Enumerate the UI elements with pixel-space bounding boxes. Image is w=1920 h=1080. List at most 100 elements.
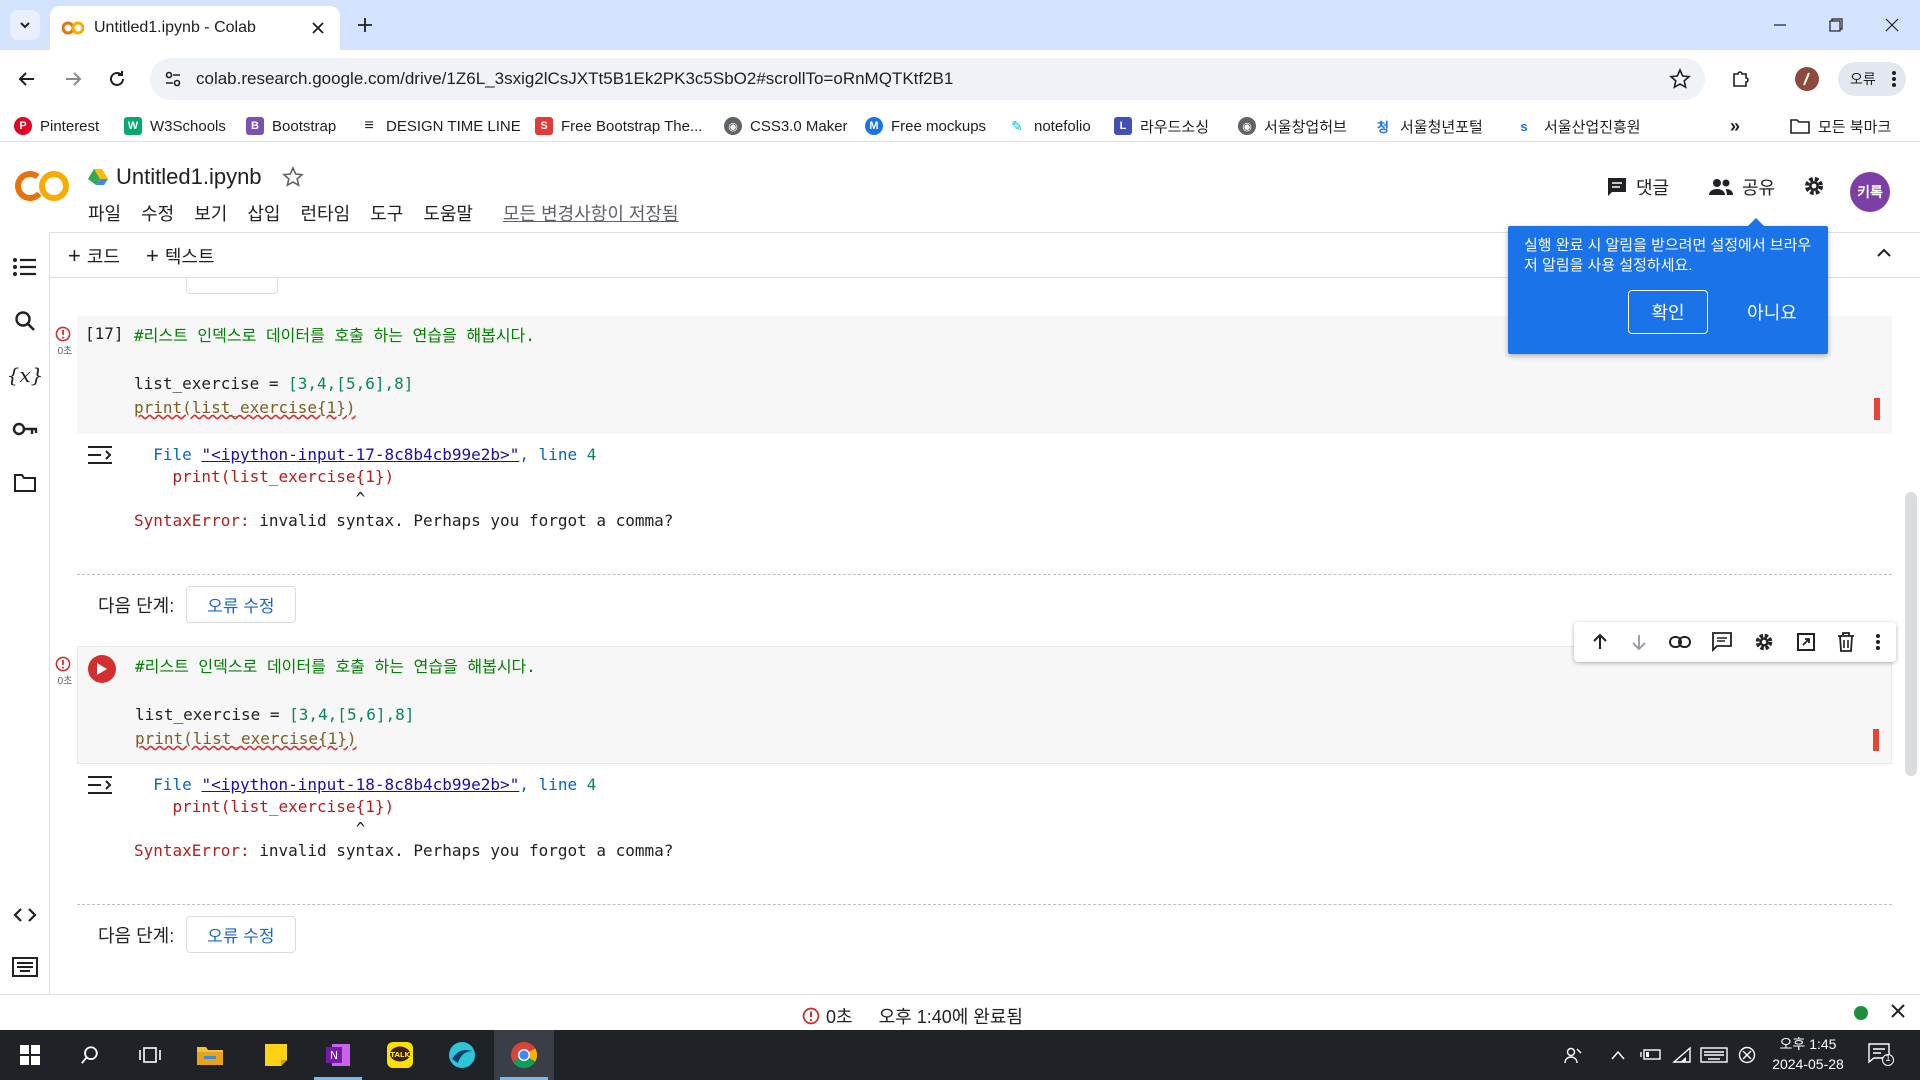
copy-link-button[interactable] <box>1668 636 1691 648</box>
forward-button[interactable] <box>56 62 90 96</box>
comments-button[interactable]: 댓글 <box>1606 174 1669 200</box>
popup-confirm-button[interactable]: 확인 <box>1628 290 1708 334</box>
colab-logo-icon[interactable] <box>14 168 72 204</box>
runtime-connected-indicator[interactable] <box>1854 1006 1868 1020</box>
notebook-title[interactable]: Untitled1.ipynb <box>88 164 304 190</box>
add-comment-button[interactable] <box>1711 632 1732 652</box>
taskbar-sticky-notes[interactable] <box>246 1030 306 1080</box>
menu-runtime[interactable]: 런타임 <box>301 200 351 226</box>
battery-icon[interactable] <box>1640 1046 1662 1062</box>
address-bar[interactable]: colab.research.google.com/drive/1Z6L_3sx… <box>150 58 1705 100</box>
menu-help[interactable]: 도움말 <box>423 200 473 226</box>
star-notebook-icon[interactable] <box>281 166 304 188</box>
bookmark-item[interactable]: 청 서울청년포털 <box>1374 114 1483 138</box>
cell-more-button[interactable] <box>1875 633 1880 651</box>
tray-chevron-up-icon[interactable] <box>1610 1050 1626 1060</box>
all-bookmarks-button[interactable]: 모든 북마크 <box>1790 114 1891 138</box>
taskbar-onenote[interactable]: N <box>308 1030 368 1080</box>
code-editor[interactable]: #리스트 인덱스로 데이터를 호출 하는 연습을 해봅시다. list_exer… <box>135 655 536 751</box>
add-code-cell-button[interactable]: + 코드 <box>68 243 120 269</box>
table-of-contents-button[interactable] <box>10 252 40 282</box>
bookmark-item[interactable]: s 서울산업진흥원 <box>1512 114 1640 138</box>
popup-decline-button[interactable]: 아니요 <box>1732 290 1812 334</box>
share-button[interactable]: 공유 <box>1708 174 1775 200</box>
bookmark-item[interactable]: B Bootstrap <box>246 114 336 138</box>
menu-insert[interactable]: 삽입 <box>247 200 280 226</box>
menu-file[interactable]: 파일 <box>88 200 121 226</box>
taskbar-chrome[interactable] <box>494 1030 554 1080</box>
window-close-button[interactable] <box>1864 0 1920 50</box>
user-avatar[interactable]: 키록 <box>1850 172 1890 212</box>
find-replace-button[interactable] <box>10 306 40 336</box>
move-cell-up-button[interactable] <box>1591 633 1609 651</box>
settings-button[interactable] <box>1802 174 1834 198</box>
files-button[interactable] <box>10 468 40 498</box>
tab-search-button[interactable] <box>10 10 40 40</box>
bookmark-item[interactable]: ◉ 서울창업허브 <box>1238 114 1347 138</box>
mirror-cell-button[interactable] <box>1796 632 1816 652</box>
more-vert-icon[interactable] <box>1892 70 1896 88</box>
extensions-button[interactable] <box>1724 62 1758 96</box>
notebook-title-text[interactable]: Untitled1.ipynb <box>116 164 262 190</box>
traceback-file-link[interactable]: "<ipython-input-18-8c8b4cb99e2b>" <box>201 775 519 794</box>
window-restore-button[interactable] <box>1808 0 1864 50</box>
window-minimize-button[interactable] <box>1752 0 1808 50</box>
ime-status-icon[interactable] <box>1738 1046 1756 1064</box>
bookmark-item[interactable]: ✎ notefolio <box>1008 114 1091 138</box>
bookmark-star-icon[interactable] <box>1669 68 1691 90</box>
bookmark-item[interactable]: M Free mockups <box>865 114 986 138</box>
execution-status[interactable]: 0초 오후 1:40에 완료됨 <box>802 1003 1023 1029</box>
profile-avatar-button[interactable] <box>1790 62 1824 96</box>
new-tab-button[interactable] <box>352 12 378 38</box>
traceback-file-link[interactable]: "<ipython-input-17-8c8b4cb99e2b>" <box>201 445 519 464</box>
bookmark-item[interactable]: P Pinterest <box>14 114 99 138</box>
notebook-scrollbar[interactable] <box>1905 492 1917 776</box>
fix-error-button[interactable]: 오류 수정 <box>186 916 296 953</box>
output-actions-button[interactable] <box>87 774 113 796</box>
start-button[interactable] <box>0 1030 60 1080</box>
menu-edit[interactable]: 수정 <box>141 200 174 226</box>
people-tray-icon[interactable] <box>1564 1046 1582 1064</box>
add-text-cell-button[interactable]: + 텍스트 <box>146 243 215 269</box>
taskbar-app-swirl[interactable] <box>432 1030 492 1080</box>
code-cell-selected[interactable]: #리스트 인덱스로 데이터를 호출 하는 연습을 해봅시다. list_exer… <box>77 646 1892 764</box>
tab-close-icon[interactable] <box>308 18 328 38</box>
code-snippets-button[interactable] <box>10 900 40 930</box>
cell-settings-button[interactable] <box>1753 631 1775 653</box>
saved-status-link[interactable]: 모든 변경사항이 저장됨 <box>503 200 679 226</box>
previous-fix-button[interactable] <box>186 278 278 294</box>
action-center-button[interactable]: 1 <box>1868 1042 1894 1066</box>
task-view-button[interactable] <box>120 1030 180 1080</box>
reload-button[interactable] <box>100 62 134 96</box>
taskbar-kakaotalk[interactable]: TALK <box>370 1030 430 1080</box>
variables-button[interactable]: {x} <box>7 360 44 390</box>
menu-view[interactable]: 보기 <box>194 200 227 226</box>
bookmark-item[interactable]: ≡ DESIGN TIME LINE <box>360 114 520 138</box>
bookmark-item[interactable]: L 라우드소싱 <box>1114 114 1209 138</box>
bookmark-item[interactable]: W W3Schools <box>124 114 226 138</box>
taskbar-clock[interactable]: 오후 1:45 2024-05-28 <box>1764 1034 1852 1074</box>
move-cell-down-button[interactable] <box>1630 633 1648 651</box>
site-info-icon[interactable] <box>164 70 182 88</box>
run-cell-button[interactable] <box>88 655 116 683</box>
keyboard-tray-icon[interactable] <box>1700 1046 1728 1064</box>
secrets-button[interactable] <box>10 414 40 444</box>
bookmark-item[interactable]: ◉ CSS3.0 Maker <box>724 114 848 138</box>
menu-tools[interactable]: 도구 <box>370 200 403 226</box>
output-actions-button[interactable] <box>87 444 113 466</box>
collapse-header-button[interactable] <box>1876 245 1892 261</box>
bookmark-item[interactable]: S Free Bootstrap The... <box>535 114 702 138</box>
profile-chip[interactable]: 오류 <box>1838 62 1906 96</box>
browser-tab-active[interactable]: Untitled1.ipynb - Colab <box>50 6 340 50</box>
delete-cell-button[interactable] <box>1837 632 1855 652</box>
command-palette-button[interactable] <box>10 952 40 982</box>
wifi-icon[interactable] <box>1672 1046 1692 1064</box>
bookmarks-overflow-button[interactable]: » <box>1730 114 1740 138</box>
code-editor[interactable]: #리스트 인덱스로 데이터를 호출 하는 연습을 해봅시다. list_exer… <box>134 324 535 420</box>
taskbar-search-button[interactable] <box>60 1030 120 1080</box>
next-step-label: 다음 단계: <box>98 925 175 946</box>
fix-error-button[interactable]: 오류 수정 <box>186 586 296 623</box>
taskbar-file-explorer[interactable] <box>180 1030 240 1080</box>
back-button[interactable] <box>10 62 44 96</box>
close-status-button[interactable] <box>1890 1003 1906 1019</box>
